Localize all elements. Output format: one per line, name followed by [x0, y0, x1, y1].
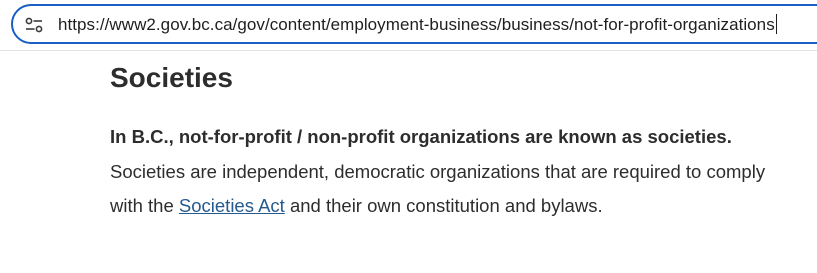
- tune-icon[interactable]: [25, 17, 43, 33]
- text-caret: [775, 14, 777, 34]
- url-value: https://www2.gov.bc.ca/gov/content/emplo…: [58, 15, 775, 34]
- intro-paragraph: In B.C., not-for-profit / non-profit org…: [110, 120, 800, 224]
- societies-act-link[interactable]: Societies Act: [179, 195, 285, 216]
- intro-bold-text: In B.C., not-for-profit / non-profit org…: [110, 126, 732, 147]
- page-title: Societies: [110, 62, 233, 93]
- address-bar[interactable]: https://www2.gov.bc.ca/gov/content/emplo…: [11, 4, 817, 44]
- toolbar-divider: [0, 50, 817, 51]
- main-content: Societies In B.C., not-for-profit / non-…: [110, 58, 810, 224]
- url-text[interactable]: https://www2.gov.bc.ca/gov/content/emplo…: [58, 14, 777, 35]
- intro-text-after-link: and their own constitution and bylaws.: [284, 195, 603, 216]
- browser-toolbar: https://www2.gov.bc.ca/gov/content/emplo…: [0, 0, 817, 50]
